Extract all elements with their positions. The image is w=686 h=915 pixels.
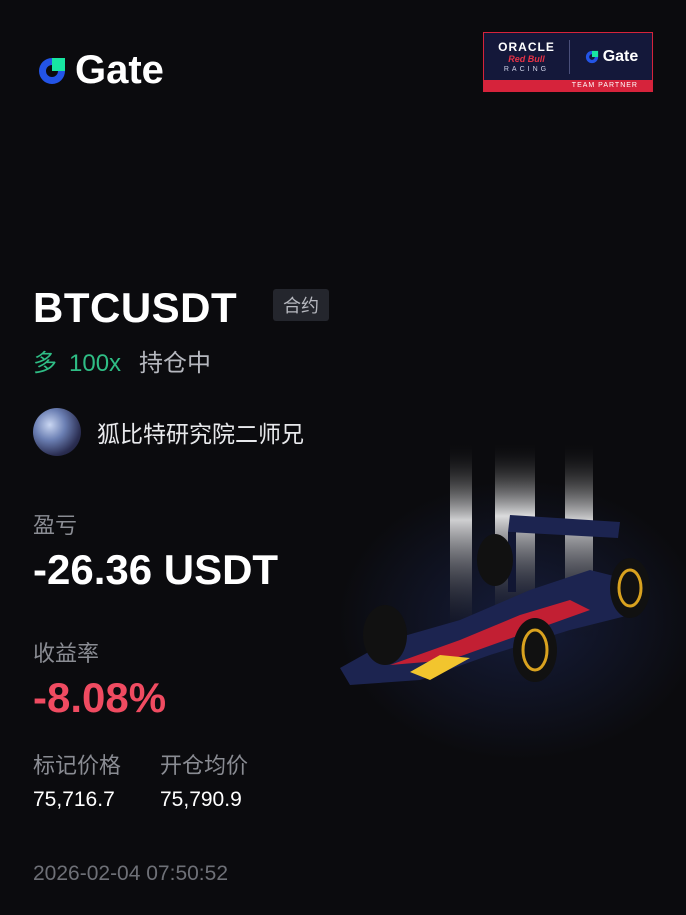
redbull-racing-logo: ORACLE Red Bull RACING (484, 33, 569, 81)
position-status: 持仓中 (139, 350, 212, 377)
position-line: 多 100x 持仓中 (33, 343, 211, 378)
brand-name: Gate (75, 48, 164, 92)
partner-line3: RACING (503, 66, 550, 73)
timestamp: 2026-02-04 07:50:52 (33, 862, 228, 885)
return-rate-label: 收益率 (33, 641, 100, 666)
partner-brand: Gate (602, 48, 639, 65)
trading-pair: BTCUSDT (33, 284, 238, 331)
avatar (33, 408, 81, 456)
partner-footer: TEAM PARTNER (484, 80, 652, 91)
mark-price-value: 75,716.7 (33, 788, 115, 811)
partner-line2: Red Bull (508, 54, 545, 64)
f1-car-illustration (340, 440, 650, 685)
contract-tag: 合约 (273, 289, 329, 321)
gate-mini-icon (585, 50, 598, 64)
position-side: 多 (33, 350, 57, 377)
entry-price-value: 75,790.9 (160, 788, 242, 811)
username: 狐比特研究院二师兄 (97, 421, 304, 447)
entry-price-label: 开仓均价 (160, 753, 249, 778)
pnl-value: -26.36 USDT (33, 546, 279, 593)
gate-logo-icon (39, 57, 65, 84)
pnl-label: 盈亏 (33, 513, 78, 538)
team-partner-badge: ORACLE Red Bull RACING Gate TEAM PARTNER (483, 32, 653, 92)
user-info: 狐比特研究院二师兄 (33, 408, 304, 456)
partner-gate-logo: Gate (570, 48, 652, 66)
mark-price-label: 标记价格 (33, 753, 122, 778)
leverage: 100x (69, 350, 122, 377)
partner-line1: ORACLE (498, 40, 555, 54)
gate-logo: Gate (35, 48, 164, 93)
return-rate-value: -8.08% (33, 674, 167, 721)
